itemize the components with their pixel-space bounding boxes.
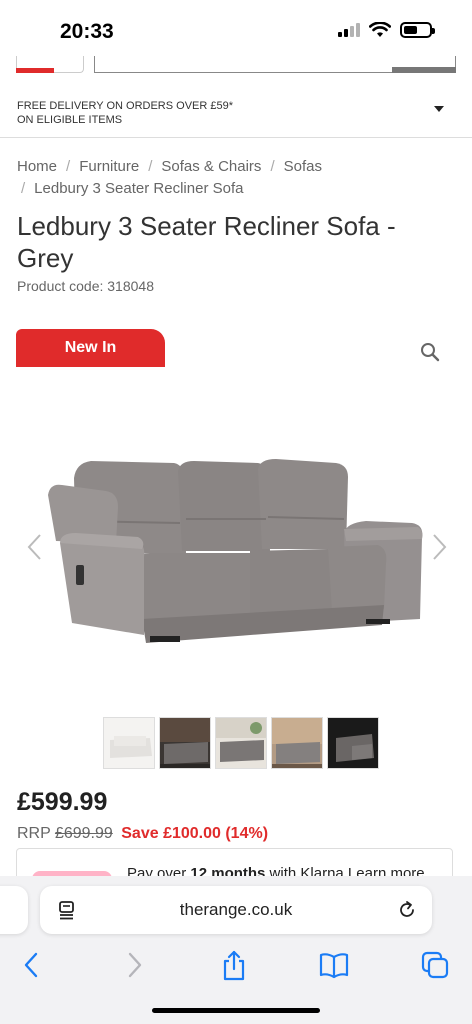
status-icons xyxy=(338,22,435,38)
header-remnant xyxy=(0,52,472,74)
thumbnail-5[interactable] xyxy=(327,717,379,769)
search-bar[interactable] xyxy=(94,56,456,73)
breadcrumb-sofas[interactable]: Sofas xyxy=(284,158,322,175)
status-time: 20:33 xyxy=(60,20,114,43)
browser-bottom-bar: therange.co.uk xyxy=(0,876,472,1024)
wifi-icon xyxy=(369,22,391,37)
breadcrumb: Home / Furniture / Sofas & Chairs / Sofas / Led… xyxy=(17,156,457,200)
breadcrumb-home[interactable]: Home xyxy=(17,158,57,175)
breadcrumb-separator: / xyxy=(21,180,26,197)
cellular-signal-icon xyxy=(338,23,360,37)
product-gallery[interactable] xyxy=(0,385,472,705)
home-indicator xyxy=(152,1008,320,1013)
thumbnail-3[interactable] xyxy=(215,717,267,769)
product-price: £599.99 xyxy=(17,788,108,816)
delivery-banner[interactable]: FREE DELIVERY ON ORDERS OVER £59* ON ELI… xyxy=(0,86,472,138)
breadcrumb-separator: / xyxy=(148,158,153,175)
thumbnail-2[interactable] xyxy=(159,717,211,769)
browser-toolbar xyxy=(0,946,472,986)
battery-icon xyxy=(400,22,435,38)
tabs-icon[interactable] xyxy=(420,950,450,980)
search-button[interactable] xyxy=(392,67,456,73)
breadcrumb-sofas-chairs[interactable]: Sofas & Chairs xyxy=(161,158,261,175)
product-code: Product code: 318048 xyxy=(17,278,154,294)
forward-icon[interactable] xyxy=(126,950,144,980)
bookmarks-icon[interactable] xyxy=(318,950,350,980)
previous-tab-peek[interactable] xyxy=(0,886,28,934)
thumbnail-strip xyxy=(103,717,379,769)
rrp-label: RRP xyxy=(17,825,51,842)
rrp-line: RRP £699.99 Save £100.00 (14%) xyxy=(17,825,268,843)
thumbnail-1[interactable] xyxy=(103,717,155,769)
breadcrumb-current: Ledbury 3 Seater Recliner Sofa xyxy=(34,180,244,197)
status-bar: 20:33 xyxy=(0,0,472,60)
back-icon[interactable] xyxy=(22,950,40,980)
url-text: therange.co.uk xyxy=(179,900,293,919)
page-title: Ledbury 3 Seater Recliner Sofa - Grey xyxy=(17,211,396,273)
breadcrumb-separator: / xyxy=(66,158,71,175)
breadcrumb-separator: / xyxy=(270,158,275,175)
delivery-line-2: ON ELIGIBLE ITEMS xyxy=(17,114,123,126)
new-in-badge: New In xyxy=(16,329,165,367)
logo-accent xyxy=(16,68,54,73)
reload-icon[interactable] xyxy=(397,900,417,920)
zoom-icon[interactable] xyxy=(420,342,440,362)
address-bar[interactable]: therange.co.uk xyxy=(40,886,432,934)
product-image-sofa xyxy=(48,459,423,643)
save-amount: Save £100.00 (14%) xyxy=(121,825,269,842)
delivery-line-1: FREE DELIVERY ON ORDERS OVER £59* xyxy=(17,100,233,112)
thumbnail-4[interactable] xyxy=(271,717,323,769)
delivery-text: FREE DELIVERY ON ORDERS OVER £59* ON ELI… xyxy=(17,99,317,127)
rrp-value: £699.99 xyxy=(54,825,113,842)
breadcrumb-furniture[interactable]: Furniture xyxy=(79,158,139,175)
chevron-left-icon[interactable] xyxy=(26,533,42,561)
share-icon[interactable] xyxy=(220,950,248,982)
chevron-down-icon[interactable] xyxy=(434,106,444,112)
chevron-right-icon[interactable] xyxy=(432,533,448,561)
